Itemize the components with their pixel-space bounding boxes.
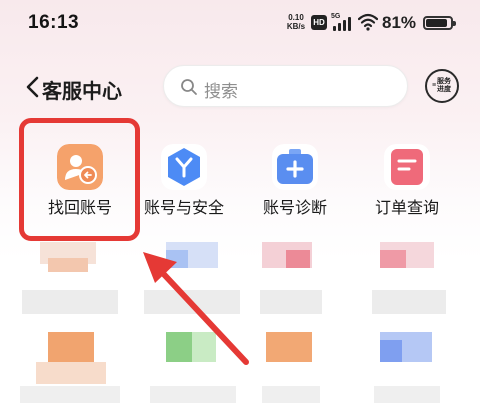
wifi-icon xyxy=(358,13,378,31)
search-icon xyxy=(181,79,197,95)
service-progress-button[interactable]: ≡ 服务 进度 xyxy=(425,69,459,103)
signal-bar xyxy=(338,23,341,31)
account-recover-icon xyxy=(57,144,103,190)
blur-block xyxy=(166,332,192,362)
net-speed-unit: KB/s xyxy=(286,22,306,31)
net-speed-indicator: 0.10 KB/s xyxy=(281,13,311,31)
search-input[interactable]: 搜索 xyxy=(163,65,408,107)
blur-block xyxy=(144,290,240,314)
blur-block xyxy=(22,290,118,314)
header-bar: 客服中心 搜索 ≡ 服务 进度 xyxy=(0,55,480,115)
blur-block xyxy=(286,250,310,268)
blur-block xyxy=(48,258,88,272)
blur-block xyxy=(48,332,94,362)
progress-label: 服务 进度 xyxy=(437,78,451,93)
progress-icon: ≡ xyxy=(432,82,437,89)
shortcut-order-query[interactable]: 订单查询 xyxy=(352,140,462,230)
shortcut-label: 账号与安全 xyxy=(143,200,224,217)
blur-block xyxy=(262,386,320,403)
blur-block xyxy=(166,250,188,268)
battery-percent: 81% xyxy=(382,13,417,32)
blur-block xyxy=(20,386,120,403)
blur-block xyxy=(380,340,402,362)
chevron-left-icon[interactable] xyxy=(22,73,44,101)
blur-block xyxy=(192,332,216,362)
search-placeholder: 搜索 xyxy=(204,82,238,101)
blur-block xyxy=(150,386,236,403)
blur-block xyxy=(260,290,322,314)
shortcut-label: 找回账号 xyxy=(47,200,112,217)
shortcut-label: 订单查询 xyxy=(374,200,439,217)
status-clock: 16:13 xyxy=(28,12,80,33)
blur-block xyxy=(266,332,312,362)
battery-fill xyxy=(426,19,448,27)
blur-block xyxy=(380,250,406,268)
blur-block xyxy=(36,362,106,384)
blurred-content xyxy=(0,236,480,403)
account-security-icon xyxy=(161,144,207,190)
status-bar: 16:13 0.10 KB/s HD 5G 81% xyxy=(0,0,480,50)
blur-block xyxy=(374,386,440,403)
shortcut-account-diagnosis[interactable]: 账号诊断 xyxy=(240,140,350,230)
account-diagnosis-icon xyxy=(272,144,318,190)
signal-bar xyxy=(348,17,351,31)
hd-badge: HD xyxy=(311,15,327,30)
page-title: 客服中心 xyxy=(42,81,122,103)
net-speed-value: 0.10 xyxy=(288,13,304,22)
cellular-signal-icon: 5G xyxy=(331,13,353,31)
shortcut-account-security[interactable]: 账号与安全 xyxy=(129,140,239,230)
shortcut-recover-account[interactable]: 找回账号 xyxy=(25,140,135,230)
blur-block xyxy=(372,290,446,314)
signal-bar xyxy=(343,20,346,31)
order-query-icon xyxy=(384,144,430,190)
signal-bar xyxy=(333,26,336,31)
battery-icon xyxy=(423,16,456,30)
shortcut-label: 账号诊断 xyxy=(262,200,327,217)
